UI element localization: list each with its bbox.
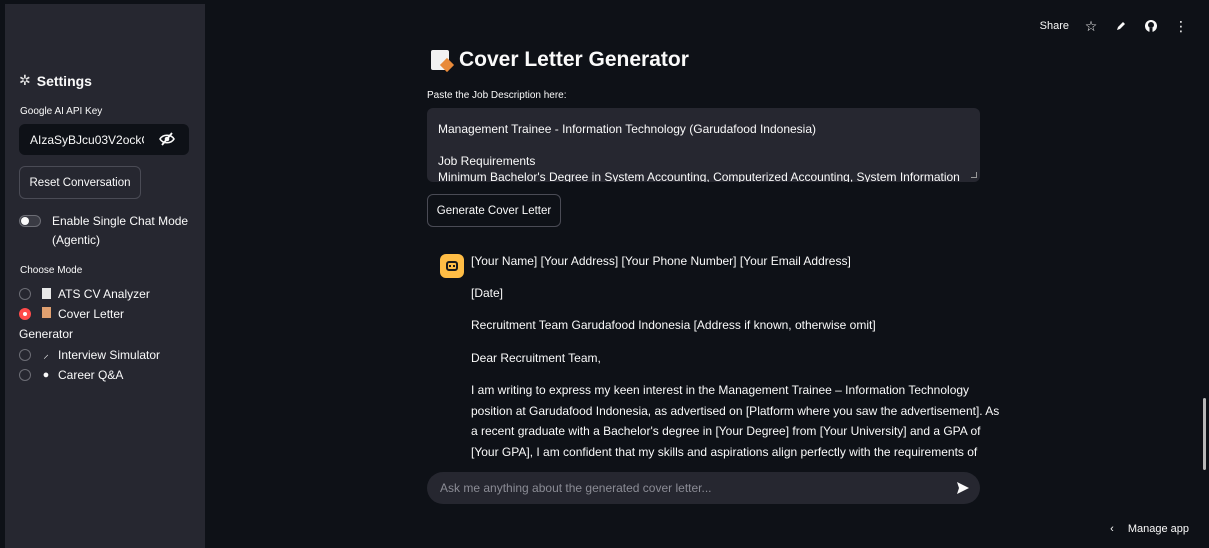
radio-button[interactable] [19, 288, 31, 300]
speech-bubble-icon: ● [42, 369, 50, 381]
star-icon[interactable]: ☆ [1083, 18, 1099, 34]
job-description-textarea[interactable]: Management Trainee - Information Technol… [427, 108, 980, 182]
api-key-value: AIzaSyBJcu03V2ockGl [30, 132, 144, 147]
jd-line: Minimum Bachelor's Degree in System Acco… [438, 170, 960, 182]
share-button[interactable]: Share [1040, 20, 1069, 32]
pencil-icon[interactable] [1113, 18, 1129, 34]
scrollbar[interactable] [1203, 398, 1206, 470]
top-toolbar: Share ☆ ⋮ [1040, 18, 1189, 34]
message-paragraph: [Your Name] [Your Address] [Your Phone N… [471, 254, 851, 268]
manage-app-label: Manage app [1127, 523, 1189, 535]
microphone-icon: ⸝ [43, 349, 49, 361]
mode-option-ats[interactable]: ATS CV Analyzer [19, 284, 150, 304]
toggle-label: Enable Single Chat Mode (Agentic) [52, 214, 189, 247]
message-paragraph: [Date] [471, 286, 504, 300]
assistant-avatar [440, 254, 464, 278]
page-title: Cover Letter Generator [431, 48, 689, 72]
single-chat-toggle[interactable] [19, 215, 41, 227]
chevron-left-icon: ‹ [1110, 523, 1114, 535]
eye-off-icon[interactable] [159, 132, 175, 146]
chat-placeholder: Ask me anything about the generated cove… [440, 481, 712, 495]
mode-label: ATS CV Analyzer [58, 287, 150, 301]
radio-button-selected[interactable] [19, 308, 31, 320]
message-paragraph: I am writing to express my keen interest… [471, 383, 1000, 459]
api-key-input[interactable]: AIzaSyBJcu03V2ockGl [19, 124, 189, 155]
memo-icon [42, 307, 51, 318]
send-icon[interactable] [956, 481, 970, 495]
more-menu-icon[interactable]: ⋮ [1173, 18, 1189, 34]
message-paragraph: Dear Recruitment Team, [471, 351, 601, 365]
memo-icon [431, 50, 449, 70]
generate-cover-letter-button[interactable]: Generate Cover Letter [427, 194, 561, 227]
api-key-label: Google AI API Key [20, 106, 103, 117]
mode-label: Career Q&A [58, 368, 124, 382]
jd-line: Management Trainee - Information Technol… [438, 122, 817, 136]
sidebar: ✲ Settings Google AI API Key AIzaSyBJcu0… [5, 4, 205, 548]
message-paragraph: Recruitment Team Garudafood Indonesia [A… [471, 318, 876, 332]
mode-option-career-qa[interactable]: ● Career Q&A [19, 365, 123, 385]
toggle-knob [21, 217, 29, 225]
job-description-label: Paste the Job Description here: [427, 90, 567, 101]
mode-option-cover-letter[interactable]: Cover Letter Generator [19, 304, 179, 344]
resize-handle[interactable] [971, 172, 977, 178]
mode-label: Cover Letter Generator [19, 307, 125, 341]
choose-mode-label: Choose Mode [20, 265, 83, 276]
radio-button[interactable] [19, 369, 31, 381]
manage-app[interactable]: ‹ Manage app [1110, 523, 1189, 535]
github-icon[interactable] [1143, 18, 1159, 34]
sidebar-title: ✲ Settings [19, 72, 92, 89]
sidebar-title-text: Settings [36, 72, 92, 89]
radio-button[interactable] [19, 349, 31, 361]
mode-label: Interview Simulator [58, 348, 161, 362]
gear-icon: ✲ [19, 72, 31, 88]
chat-input[interactable]: Ask me anything about the generated cove… [427, 472, 980, 504]
mode-option-interview[interactable]: ⸝ Interview Simulator [19, 345, 160, 365]
reset-conversation-button[interactable]: Reset Conversation [19, 166, 141, 199]
document-icon [42, 288, 51, 299]
jd-line: Job Requirements [438, 154, 536, 168]
robot-icon [446, 261, 458, 271]
page-title-text: Cover Letter Generator [459, 48, 689, 71]
